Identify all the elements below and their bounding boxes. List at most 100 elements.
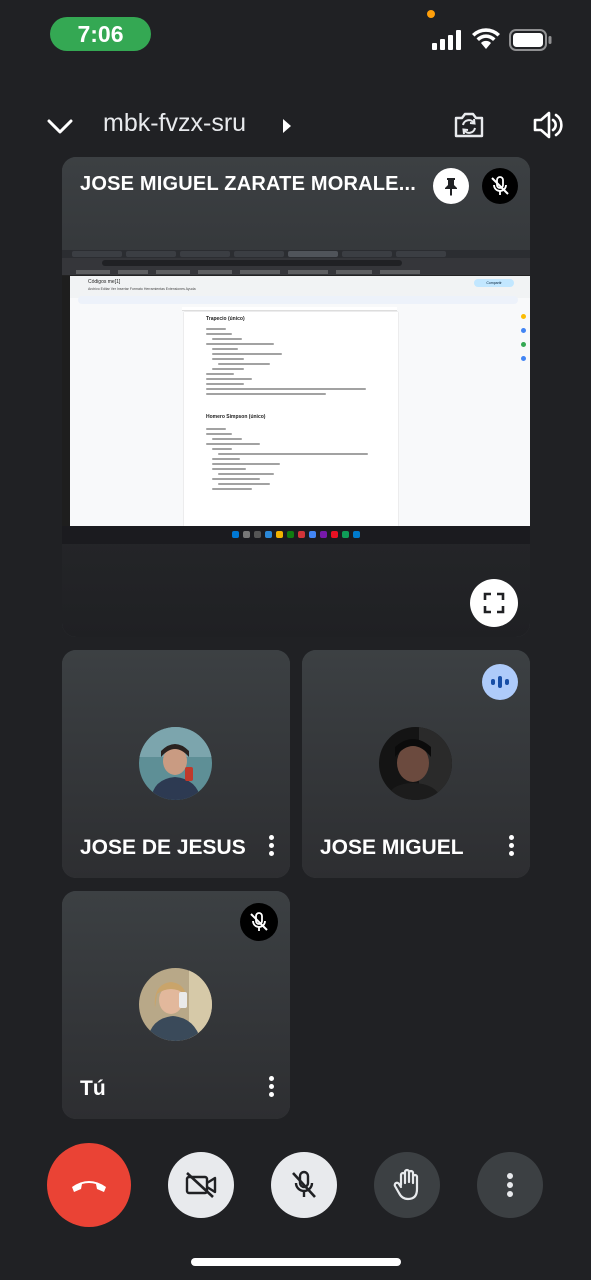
bookmark: [118, 270, 148, 274]
code-line: [212, 478, 260, 480]
code-line: [206, 433, 232, 435]
code-line: [206, 383, 244, 385]
doc-heading: Trapecio (único): [206, 316, 245, 322]
orange-dot-indicator: [427, 10, 435, 18]
doc-share-button: Compartir: [474, 279, 514, 287]
audio-level-icon: [491, 676, 509, 688]
browser-tab: [288, 251, 338, 257]
presenter-name: JOSE MIGUEL ZARATE MORALE...: [80, 173, 416, 195]
code-line: [212, 488, 252, 490]
participant-tile[interactable]: JOSE MIGUEL: [302, 650, 530, 878]
wifi-icon: [472, 28, 500, 49]
self-tile[interactable]: Tú: [62, 891, 290, 1119]
code-line: [212, 468, 246, 470]
code-line: [212, 463, 280, 465]
raise-hand-button[interactable]: [374, 1152, 440, 1218]
rail-icon: [521, 356, 526, 361]
pin-icon: [445, 178, 457, 196]
battery-icon: [509, 29, 552, 51]
code-line: [206, 428, 226, 430]
presenter-tile[interactable]: JOSE MIGUEL ZARATE MORALE... Códigos me[…: [62, 157, 530, 637]
code-line: [212, 338, 242, 340]
mic-off-icon: [292, 1170, 316, 1198]
shared-screen: Códigos me[1] Archivo Editar Ver Inserta…: [62, 250, 530, 544]
doc-ruler: [182, 307, 397, 311]
doc-page: Trapecio (único) Homero Simpson (único): [184, 312, 398, 526]
code-line: [218, 483, 270, 485]
code-line: [212, 358, 244, 360]
browser-tab: [396, 251, 446, 257]
mic-toggle-button[interactable]: [271, 1152, 337, 1218]
taskbar-icon: [320, 531, 327, 538]
camera-toggle-button[interactable]: [168, 1152, 234, 1218]
switch-camera-icon[interactable]: [453, 109, 485, 141]
taskbar-icon: [243, 531, 250, 538]
browser-tab: [180, 251, 230, 257]
avatar: [379, 727, 452, 800]
more-vertical-icon[interactable]: [262, 1071, 282, 1103]
more-options-button[interactable]: [477, 1152, 543, 1218]
rail-icon: [521, 342, 526, 347]
chevron-right-icon[interactable]: [281, 117, 293, 135]
code-line: [206, 388, 366, 390]
code-line: [218, 473, 274, 475]
code-line: [206, 328, 226, 330]
participant-name: JOSE DE JESUS: [80, 836, 246, 859]
more-vertical-icon[interactable]: [262, 830, 282, 862]
doc-heading: Homero Simpson (único): [206, 414, 266, 420]
cellular-signal-icon: [432, 30, 461, 50]
home-indicator[interactable]: [191, 1258, 401, 1266]
taskbar-icon: [331, 531, 338, 538]
windows-sidebar: [62, 276, 70, 526]
taskbar-icon: [309, 531, 316, 538]
taskbar-icon: [353, 531, 360, 538]
speaker-icon[interactable]: [532, 109, 564, 141]
taskbar-icon: [254, 531, 261, 538]
rail-icon: [521, 328, 526, 333]
code-line: [206, 333, 232, 335]
meeting-header: mbk-fvzx-sru: [0, 95, 591, 157]
windows-taskbar: [62, 526, 530, 544]
code-line: [212, 438, 242, 440]
fullscreen-button[interactable]: [470, 579, 518, 627]
chevron-down-icon[interactable]: [45, 111, 75, 141]
status-time: 7:06: [50, 17, 151, 51]
bookmark: [198, 270, 232, 274]
taskbar-icon: [232, 531, 239, 538]
bookmark: [240, 270, 280, 274]
taskbar-icon: [287, 531, 294, 538]
code-line: [206, 378, 252, 380]
code-line: [206, 343, 274, 345]
avatar: [139, 727, 212, 800]
code-line: [206, 393, 326, 395]
browser-url-box: [102, 260, 402, 266]
status-bar: 7:06: [0, 0, 591, 70]
call-controls: [0, 1140, 591, 1230]
presenter-mic-off: [482, 168, 518, 204]
browser-tab: [342, 251, 392, 257]
bookmark: [336, 270, 372, 274]
taskbar-icon: [265, 531, 272, 538]
code-line: [206, 373, 234, 375]
code-line: [218, 363, 270, 365]
doc-title: Códigos me[1]: [88, 279, 121, 285]
pin-button[interactable]: [433, 168, 469, 204]
code-line: [212, 353, 282, 355]
meeting-code[interactable]: mbk-fvzx-sru: [103, 109, 246, 138]
participant-tile[interactable]: JOSE DE JESUS: [62, 650, 290, 878]
bookmark: [288, 270, 328, 274]
code-line: [212, 368, 244, 370]
browser-tab: [234, 251, 284, 257]
participant-name: JOSE MIGUEL: [320, 836, 464, 859]
mic-off-icon: [491, 176, 509, 195]
bookmark: [76, 270, 110, 274]
bookmark: [156, 270, 190, 274]
bookmark: [380, 270, 420, 274]
participant-name: Tú: [80, 1077, 106, 1100]
end-call-button[interactable]: [47, 1143, 131, 1227]
speaking-indicator: [482, 664, 518, 700]
fullscreen-icon: [483, 592, 505, 614]
rail-icon: [521, 314, 526, 319]
raise-hand-icon: [393, 1168, 419, 1201]
more-vertical-icon[interactable]: [502, 830, 522, 862]
